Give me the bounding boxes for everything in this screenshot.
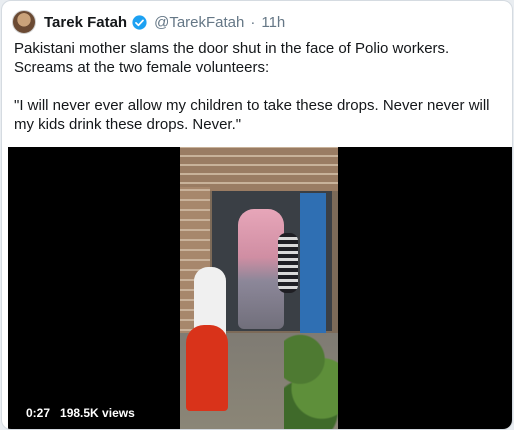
meta-separator: · [250,13,256,31]
tweet-text: Pakistani mother slams the door shut in … [14,40,490,133]
brick-wall [180,147,338,191]
volunteer-red-figure [186,325,228,411]
video-duration: 0:27 [26,406,51,420]
video-views: 198.5K views [60,406,135,420]
video-frame [180,147,338,429]
blue-door [300,193,326,333]
video-player[interactable]: 0:27 198.5K views [8,147,512,429]
verified-badge-icon [132,14,147,30]
avatar[interactable] [12,10,36,34]
author-name[interactable]: Tarek Fatah [44,14,127,31]
author-handle[interactable]: @TarekFatah [154,14,244,31]
plants [284,313,338,429]
child-figure [278,233,298,293]
tweet-card[interactable]: Tarek Fatah @TarekFatah · 11h Pakistani … [1,0,513,430]
video-info-badge: 0:27 198.5K views [20,403,141,423]
tweet-header: Tarek Fatah @TarekFatah · 11h [12,9,285,35]
tweet-timestamp[interactable]: 11h [261,14,285,31]
